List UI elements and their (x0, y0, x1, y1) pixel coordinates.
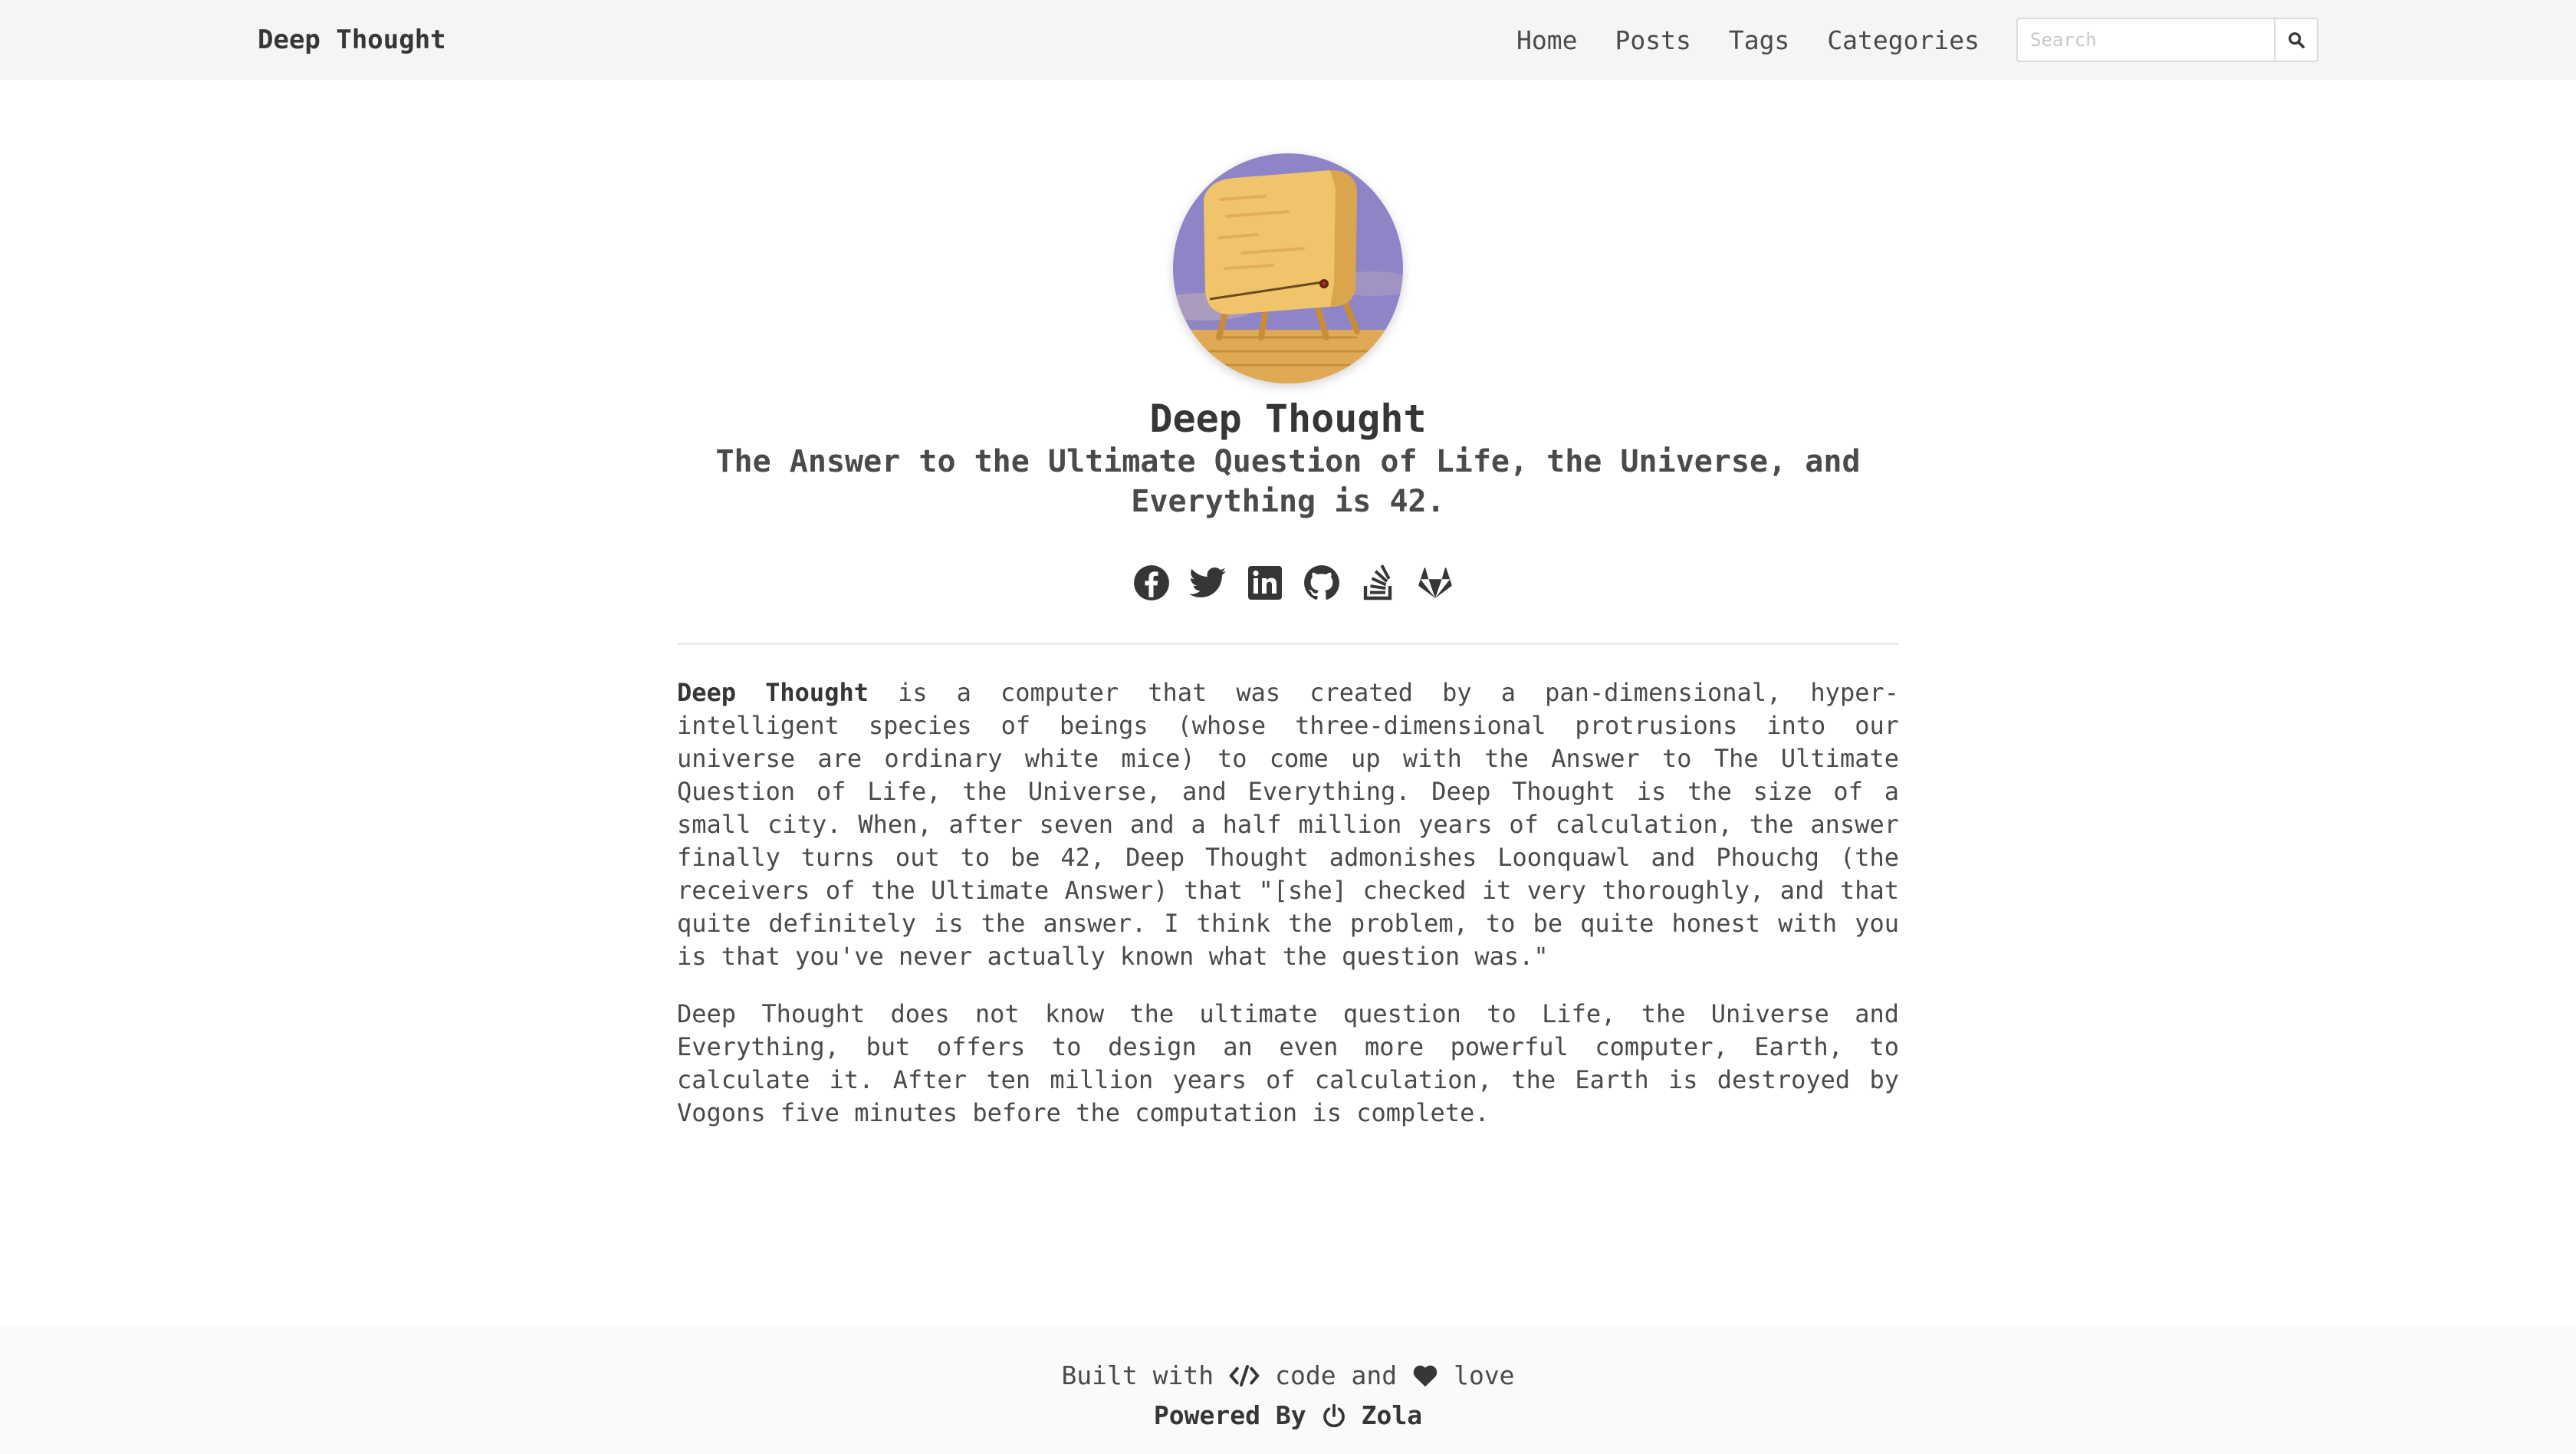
avatar (1173, 153, 1403, 383)
footer-built-with-text: Built with (1061, 1360, 1214, 1390)
gitlab-icon (1418, 567, 1452, 598)
nav-link-tags[interactable]: Tags (1729, 25, 1789, 55)
footer-code-and-text: code and (1275, 1360, 1398, 1390)
footer-built-with: Built with code and love (0, 1359, 2576, 1393)
stackoverflow-icon (1363, 564, 1392, 600)
brand-link[interactable]: Deep Thought (258, 0, 446, 80)
paragraph-1-bold: Deep Thought (677, 678, 869, 707)
stackoverflow-link[interactable] (1357, 561, 1400, 604)
paragraph-1-text: is a computer that was created by a pan-… (677, 678, 1900, 971)
paragraph-2: Deep Thought does not know the ultimate … (677, 999, 1899, 1127)
twitter-link[interactable] (1187, 561, 1230, 604)
code-icon-wrap (1229, 1364, 1260, 1388)
search-button[interactable] (2274, 18, 2318, 62)
divider (677, 643, 1899, 645)
zola-link[interactable]: Zola (1362, 1399, 1422, 1433)
footer-powered-by-text: Powered By (1153, 1400, 1306, 1430)
footer-love-text: love (1454, 1360, 1515, 1390)
twitter-icon (1189, 567, 1226, 597)
gitlab-link[interactable] (1414, 561, 1457, 604)
heart-icon (1413, 1365, 1438, 1387)
nav-link-posts[interactable]: Posts (1615, 25, 1691, 55)
about-content: Deep Thought is a computer that was crea… (677, 676, 1899, 1154)
navbar: Deep Thought Home Posts Tags Categories (0, 0, 2576, 80)
facebook-link[interactable] (1130, 561, 1173, 604)
nav-link-categories[interactable]: Categories (1827, 25, 1980, 55)
heart-icon-wrap (1412, 1364, 1438, 1388)
deep-thought-computer-avatar (1173, 153, 1403, 383)
github-link[interactable] (1300, 561, 1343, 604)
github-icon (1304, 565, 1339, 600)
site-subtitle: The Answer to the Ultimate Question of L… (715, 444, 1861, 519)
power-icon-wrap (1322, 1403, 1346, 1428)
search-icon (2288, 32, 2305, 48)
search-input[interactable] (2016, 18, 2274, 62)
facebook-icon (1134, 565, 1169, 600)
search-box (2016, 18, 2318, 62)
code-icon (1229, 1365, 1260, 1387)
linkedin-icon (1248, 566, 1282, 600)
paragraph-1: Deep Thought is a computer that was crea… (677, 676, 1899, 973)
nav-link-home[interactable]: Home (1516, 25, 1577, 55)
linkedin-link[interactable] (1244, 561, 1286, 604)
power-icon (1322, 1403, 1345, 1428)
social-links (1130, 558, 1457, 607)
footer-powered-by: Powered By Zola (0, 1399, 2576, 1433)
site-title: Deep Thought (1149, 396, 1427, 441)
nav-items: Home Posts Tags Categories (1516, 0, 2318, 80)
footer: Built with code and love Powered By Zola (0, 1327, 2576, 1454)
